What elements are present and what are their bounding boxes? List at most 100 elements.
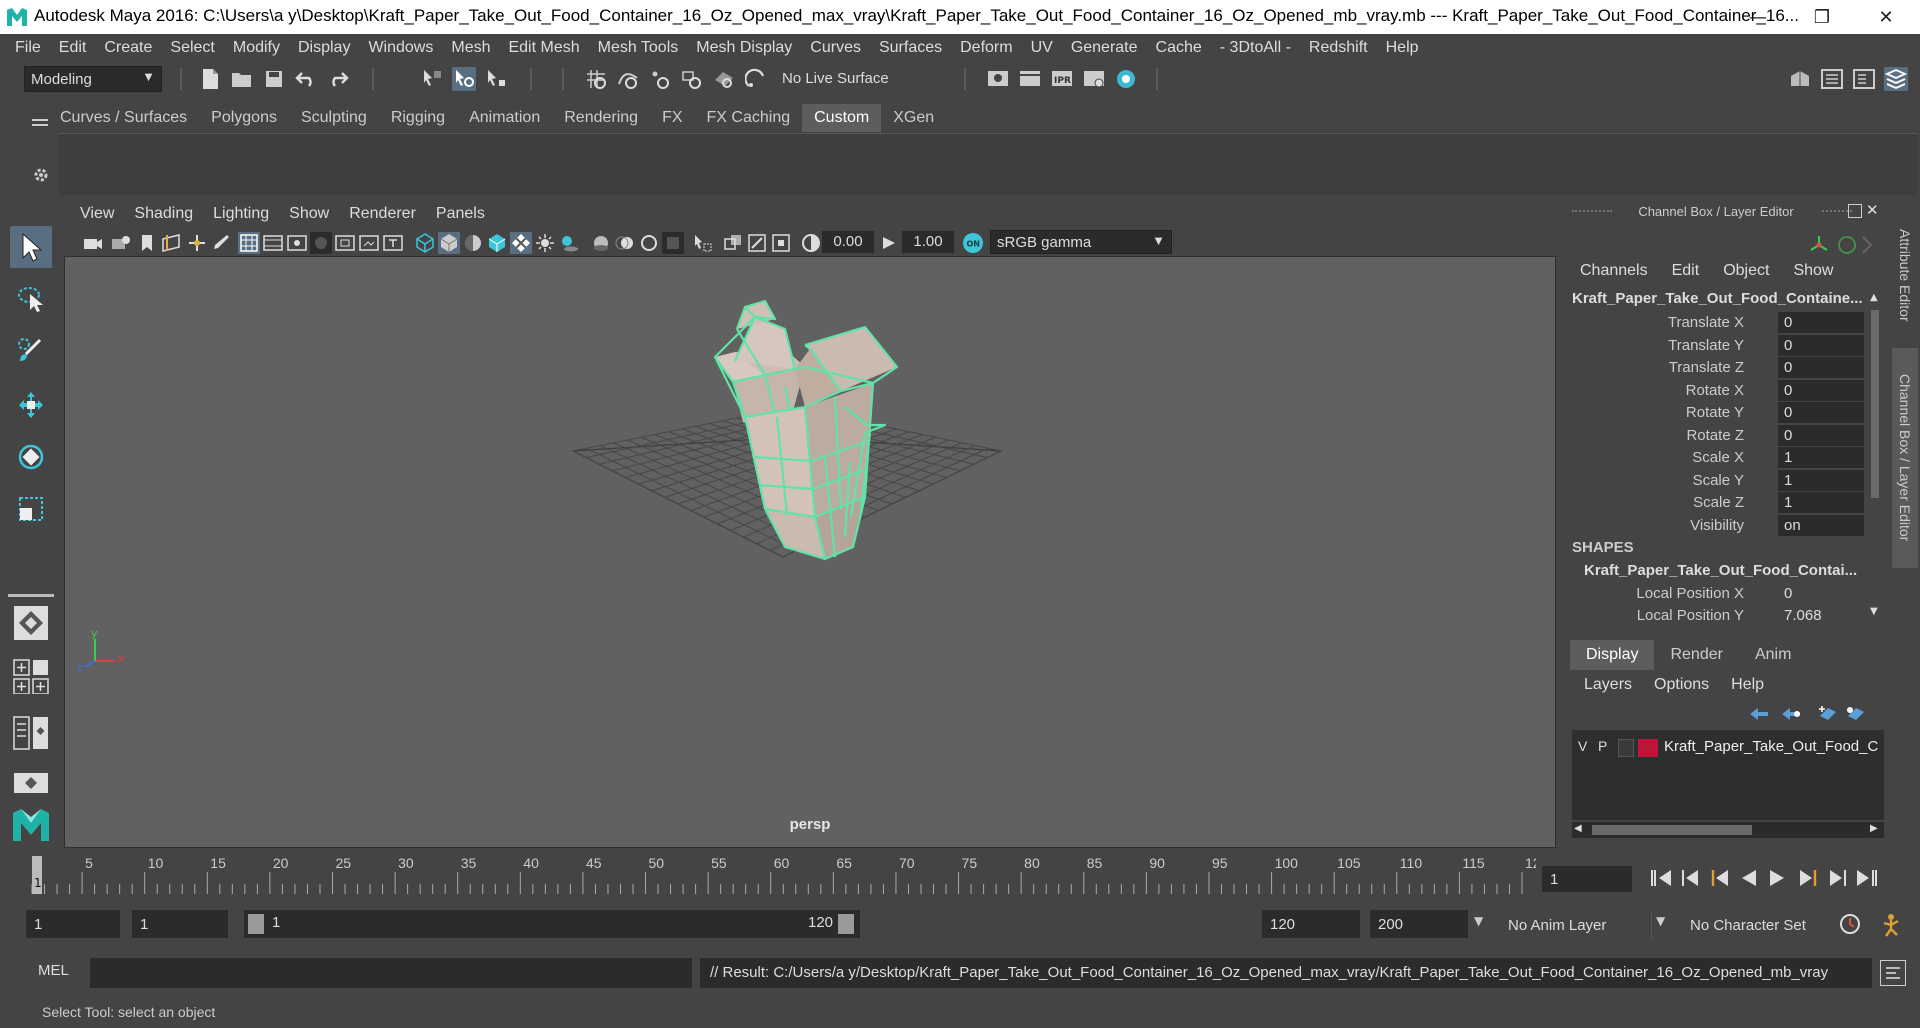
camera-select-icon[interactable] [82,232,104,254]
menu-deform[interactable]: Deform [951,39,1021,57]
ipr-render-icon[interactable]: IPR [1050,67,1074,91]
four-pane-layout-icon[interactable] [10,656,52,696]
layer-visibility-toggle[interactable]: V [1578,738,1587,754]
attr-value-field[interactable]: 7.068 [1778,605,1864,626]
shelf-tab-rigging[interactable]: Rigging [379,104,457,132]
menu-display[interactable]: Display [289,39,359,57]
cb-menu-edit[interactable]: Edit [1672,262,1700,280]
attr-value-field[interactable]: 1 [1778,447,1864,468]
attr-value-field[interactable]: 0 [1778,357,1864,378]
world-axis-icon[interactable] [1808,234,1830,256]
view-transform-dropdown[interactable]: sRGB gamma ▼ [990,230,1172,254]
scroll-down-icon[interactable]: ▼ [1870,606,1878,617]
panel-menu-shading[interactable]: Shading [124,205,203,223]
snap-to-view-plane-icon[interactable] [680,67,704,91]
safe-title-icon[interactable] [382,232,404,254]
attr-rotate-x[interactable]: Rotate X 0 [1566,379,1866,402]
float-panel-icon[interactable] [1848,204,1862,218]
render-view-icon[interactable] [1082,67,1106,91]
attr-visibility[interactable]: Visibility on [1566,514,1866,537]
cb-menu-show[interactable]: Show [1793,262,1833,280]
wireframe-shading-icon[interactable] [414,232,436,254]
create-layer-from-selected-icon[interactable] [1844,706,1866,722]
move-layer-down-icon[interactable] [1780,706,1802,722]
layer-display-type-toggle[interactable] [1618,739,1634,757]
menu-help[interactable]: Help [1377,39,1428,57]
menu-curves[interactable]: Curves [801,39,870,57]
range-start-handle[interactable] [248,914,264,934]
use-all-lights-icon[interactable] [534,232,556,254]
color-management-toggle-icon[interactable]: ON [962,232,984,254]
manipulator-icon[interactable] [1836,234,1858,256]
shelf-tab-custom[interactable]: Custom [802,104,882,132]
layout-shortcut-icon[interactable] [10,762,52,804]
render-current-frame-icon[interactable] [1018,67,1042,91]
attr-rotate-z[interactable]: Rotate Z 0 [1566,424,1866,447]
shape-node-name[interactable]: Kraft_Paper_Take_Out_Food_Contai... [1584,562,1872,579]
playback-end-field[interactable]: 120 [1262,910,1360,938]
layer-menu-layers[interactable]: Layers [1584,676,1632,694]
snap-to-surface-icon[interactable] [712,67,736,91]
script-editor-icon[interactable] [1880,960,1906,986]
menu-3dtoall[interactable]: - 3DtoAll - [1211,39,1300,57]
smooth-shade-all-icon[interactable] [438,232,460,254]
attr-scale-y[interactable]: Scale Y 1 [1566,469,1866,492]
undo-icon[interactable] [294,67,318,91]
step-forward-key-icon[interactable] [1828,868,1848,888]
make-live-icon[interactable] [744,67,768,91]
play-backwards-icon[interactable] [1740,868,1758,888]
layer-tab-display[interactable]: Display [1570,640,1655,670]
range-slider[interactable]: 1 120 [244,910,860,938]
menu-file[interactable]: File [6,39,50,57]
attr-value-field[interactable]: 1 [1778,492,1864,513]
new-scene-icon[interactable] [198,67,222,91]
anim-layer-dropdown[interactable]: No Anim Layer [1500,912,1652,940]
menu-surfaces[interactable]: Surfaces [870,39,951,57]
shelf-menu-icon[interactable] [32,118,48,128]
menu-redshift[interactable]: Redshift [1300,39,1377,57]
film-gate-icon[interactable] [262,232,284,254]
scroll-up-icon[interactable]: ▲ [1870,292,1878,303]
render-settings-icon[interactable] [986,67,1010,91]
layer-tab-render[interactable]: Render [1654,640,1738,670]
attr-value-field[interactable]: 1 [1778,469,1864,491]
end-time-field[interactable]: 200 [1370,910,1468,938]
command-result-field[interactable]: // Result: C:/Users/a y/Desktop/Kraft_Pa… [700,958,1872,988]
cb-menu-channels[interactable]: Channels [1580,262,1648,280]
exposure-icon[interactable] [800,232,822,254]
shelf-tab-fx[interactable]: FX [650,104,694,132]
select-by-object-icon[interactable] [452,67,476,91]
attribute-editor-toggle-icon[interactable] [1820,67,1844,91]
resolution-gate-icon[interactable] [286,232,308,254]
shelf-tab-animation[interactable]: Animation [457,104,552,132]
redo-icon[interactable] [326,67,350,91]
safe-action-icon[interactable] [358,232,380,254]
menu-mesh[interactable]: Mesh [442,39,499,57]
cb-menu-object[interactable]: Object [1723,262,1769,280]
depth-of-field-icon[interactable] [662,232,684,254]
go-to-end-icon[interactable] [1856,868,1878,888]
minimize-button[interactable]: — [1728,0,1788,34]
default-material-icon[interactable] [462,232,484,254]
select-by-hierarchy-icon[interactable] [420,67,444,91]
snap-to-grid-icon[interactable] [584,67,608,91]
camera-lock-icon[interactable] [110,232,132,254]
chevron-down-icon[interactable]: ▼ [1656,914,1665,928]
panel-menu-panels[interactable]: Panels [426,205,495,223]
menu-windows[interactable]: Windows [359,39,442,57]
rotate-tool-icon[interactable] [10,436,52,478]
start-time-field[interactable]: 1 [26,910,120,938]
menu-mesh-tools[interactable]: Mesh Tools [589,39,688,57]
shelf-settings-gear-icon[interactable] [32,166,50,184]
menu-edit[interactable]: Edit [50,39,96,57]
attr-local-position-y[interactable]: Local Position Y 7.068 [1566,605,1866,627]
scale-tool-icon[interactable] [10,488,52,530]
step-back-key-icon[interactable] [1680,868,1700,888]
move-layer-up-icon[interactable] [1748,706,1770,722]
attr-value-field[interactable]: 0 [1778,334,1864,356]
save-scene-icon[interactable] [262,67,286,91]
hypershade-icon[interactable] [1114,67,1138,91]
attr-value-field[interactable]: 0 [1778,402,1864,423]
gamma-icon[interactable] [878,232,900,254]
attr-value-field[interactable]: 0 [1778,379,1864,401]
